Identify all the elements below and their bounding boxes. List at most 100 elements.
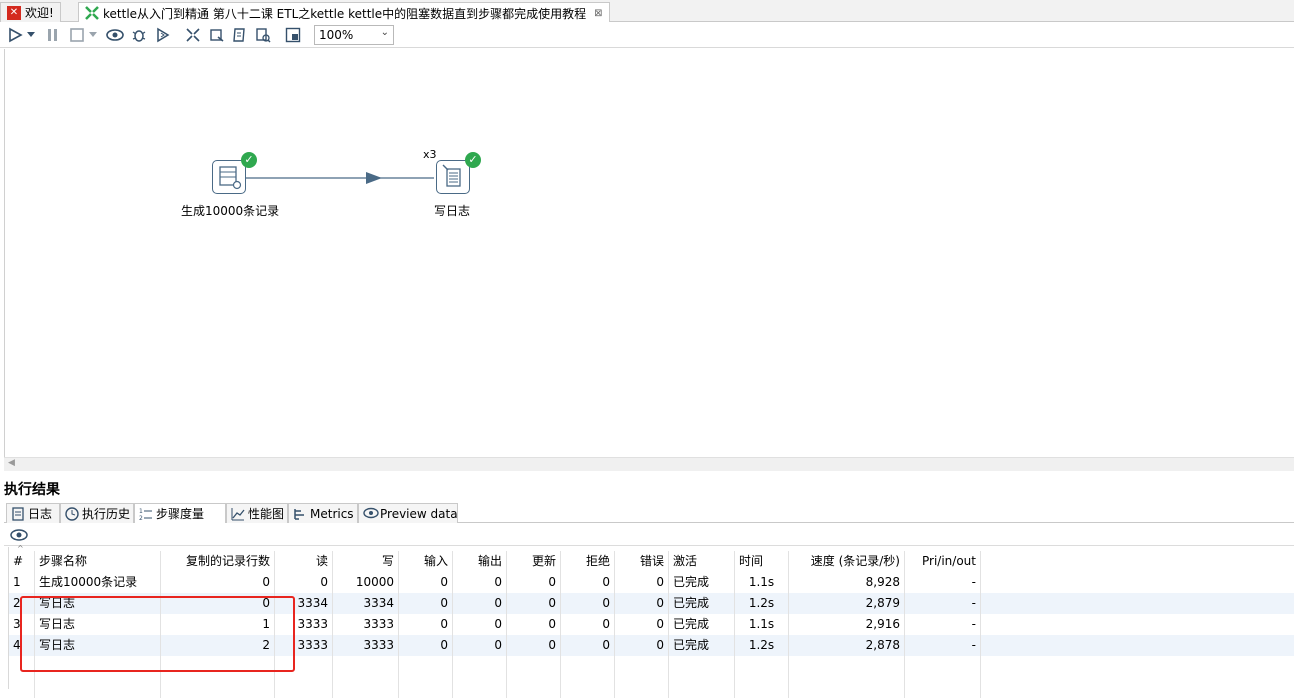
cell-copy: 0: [161, 572, 275, 593]
empty-cell: [735, 677, 789, 698]
table-row[interactable]: 3 写日志 1 3333 3333 0 0 0 0 0 已完成 1.1s 2,916-: [9, 614, 1294, 635]
cell-num: 2: [9, 593, 35, 614]
cell-active: 已完成: [669, 635, 735, 656]
cell-active: 已完成: [669, 593, 735, 614]
results-tab-bar: 日志 执行历史 12 步骤度量 性能图 Metrics Preview data: [4, 502, 1294, 523]
column-header-num: #: [9, 551, 35, 572]
cell-written: 10000: [333, 572, 399, 593]
empty-cell: [905, 677, 981, 698]
cell-copy: 0: [161, 593, 275, 614]
table-row[interactable]: 4 写日志 2 3333 3333 0 0 0 0 0 已完成 1.2s 2,878-: [9, 635, 1294, 656]
cell-time: 1.2s: [735, 635, 789, 656]
cell-input: 0: [399, 593, 453, 614]
cell-copy: 2: [161, 635, 275, 656]
cell-updated: 0: [507, 572, 561, 593]
column-header-copy: 复制的记录行数: [161, 551, 275, 572]
cell-pri-in-out: -: [905, 635, 981, 656]
cell-errors: 0: [615, 572, 669, 593]
empty-cell: [507, 656, 561, 677]
preview-eye-icon: [363, 507, 379, 521]
empty-cell: [561, 677, 615, 698]
empty-cell: [275, 656, 333, 677]
column-header-input: 输入: [399, 551, 453, 572]
hop-layer: [246, 172, 434, 184]
tab-preview-data[interactable]: Preview data: [358, 503, 458, 523]
cell-output: 0: [453, 572, 507, 593]
tab-metrics[interactable]: Metrics: [288, 503, 358, 523]
hop-arrow[interactable]: [246, 172, 434, 184]
cell-speed: 2,879: [789, 593, 905, 614]
empty-cell: [453, 656, 507, 677]
empty-cell: [507, 677, 561, 698]
performance-chart-icon: [231, 507, 245, 521]
view-eye-icon[interactable]: [10, 528, 28, 545]
svg-text:1: 1: [139, 508, 143, 515]
cell-updated: 0: [507, 593, 561, 614]
step-label-generate-rows: 生成10000条记录: [181, 204, 280, 218]
column-header-time: 时间: [735, 551, 789, 572]
cell-rejected: 0: [561, 635, 615, 656]
scroll-left-icon[interactable]: ◀: [8, 458, 15, 468]
tab-step-metrics[interactable]: 12 步骤度量: [134, 503, 226, 523]
cell-input: 0: [399, 635, 453, 656]
svg-text:2: 2: [139, 515, 143, 521]
tab-log-label: 日志: [28, 507, 53, 521]
log-icon: [11, 506, 25, 521]
success-check-icon: ✓: [241, 152, 257, 168]
cell-num: 3: [9, 614, 35, 635]
tab-history[interactable]: 执行历史: [60, 503, 134, 523]
cell-output: 0: [453, 593, 507, 614]
empty-cell: [399, 677, 453, 698]
step-write-log[interactable]: [436, 160, 470, 194]
cell-num: 1: [9, 572, 35, 593]
step-copies-badge: x3: [423, 148, 437, 161]
cell-time: 1.1s: [735, 614, 789, 635]
cell-copy: 1: [161, 614, 275, 635]
cell-written: 3333: [333, 614, 399, 635]
empty-table-row: [9, 656, 1294, 677]
step-metrics-icon: 12: [139, 507, 153, 522]
cell-step-name: 生成10000条记录: [35, 572, 161, 593]
table-header-row: # 步骤名称 复制的记录行数读写输入 输出 更新 拒绝 错误 激活 时间 速度 (条记录/秒) Pr…: [9, 551, 1294, 572]
empty-cell: [735, 656, 789, 677]
empty-cell: [561, 656, 615, 677]
cell-errors: 0: [615, 614, 669, 635]
cell-rejected: 0: [561, 593, 615, 614]
cell-time: 1.1s: [735, 572, 789, 593]
table-row[interactable]: 1 生成10000条记录 0 0 10000 0 0 0 0 0 已完成 1.1s 8,928-: [9, 572, 1294, 593]
empty-cell: [333, 677, 399, 698]
empty-cell: [333, 656, 399, 677]
cell-speed: 2,878: [789, 635, 905, 656]
cell-active: 已完成: [669, 572, 735, 593]
sort-indicator-icon: ^: [17, 544, 24, 553]
empty-cell: [161, 677, 275, 698]
cell-pri-in-out: -: [905, 593, 981, 614]
empty-table-row: [9, 677, 1294, 698]
metrics-icon: [293, 507, 307, 521]
empty-cell: [35, 677, 161, 698]
cell-errors: 0: [615, 593, 669, 614]
canvas-horizontal-scrollbar[interactable]: ◀: [4, 457, 1294, 471]
cell-output: 0: [453, 635, 507, 656]
results-panel-title: 执行结果: [4, 482, 60, 498]
cell-time: 1.2s: [735, 593, 789, 614]
cell-speed: 8,928: [789, 572, 905, 593]
empty-cell: [453, 677, 507, 698]
empty-cell: [789, 656, 905, 677]
tab-performance-chart[interactable]: 性能图: [226, 503, 288, 523]
column-header-pri-in-out: Pri/in/out: [905, 551, 981, 572]
empty-cell: [789, 677, 905, 698]
cell-output: 0: [453, 614, 507, 635]
empty-cell: [9, 656, 35, 677]
column-header-rejected: 拒绝: [561, 551, 615, 572]
results-toolbar: [4, 524, 1294, 546]
cell-read: 3334: [275, 593, 333, 614]
empty-cell: [905, 656, 981, 677]
cell-input: 0: [399, 572, 453, 593]
cell-pri-in-out: -: [905, 614, 981, 635]
step-generate-rows[interactable]: [212, 160, 246, 194]
cell-errors: 0: [615, 635, 669, 656]
tab-metrics-label: Metrics: [310, 506, 354, 521]
tab-log[interactable]: 日志: [6, 503, 60, 523]
table-row[interactable]: 2 写日志 0 3334 3334 0 0 0 0 0 已完成 1.2s 2,879-: [9, 593, 1294, 614]
